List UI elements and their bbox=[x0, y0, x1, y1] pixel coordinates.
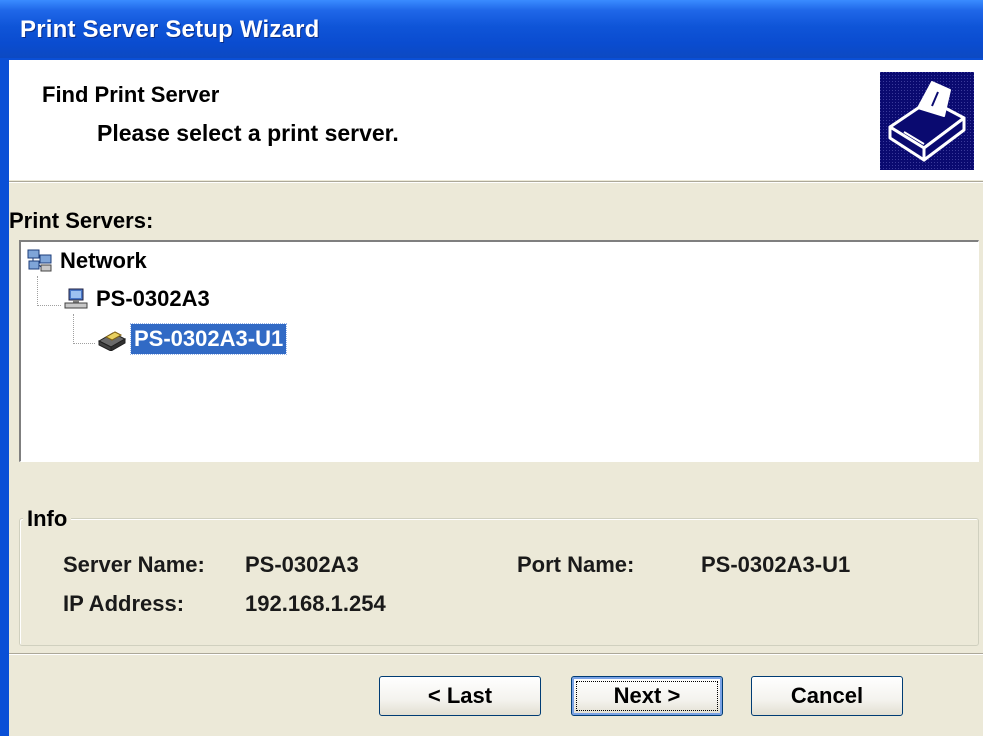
cancel-button-label: Cancel bbox=[790, 683, 864, 708]
header-subtitle: Please select a print server. bbox=[97, 120, 399, 146]
computer-icon bbox=[63, 287, 89, 316]
title-bar[interactable]: Print Server Setup Wizard bbox=[0, 0, 983, 58]
ip-address-value: 192.168.1.254 bbox=[245, 591, 386, 616]
tree-connector bbox=[73, 314, 74, 344]
window-title: Print Server Setup Wizard bbox=[20, 16, 320, 43]
printer-port-icon bbox=[97, 327, 127, 356]
last-button[interactable]: < Last bbox=[379, 676, 541, 716]
tree-label-server: PS-0302A3 bbox=[96, 286, 210, 311]
tree-label-port: PS-0302A3-U1 bbox=[129, 323, 288, 355]
footer-divider bbox=[9, 653, 983, 655]
tree-label-network: Network bbox=[60, 248, 147, 273]
printer-icon bbox=[880, 72, 974, 170]
network-icon bbox=[27, 249, 53, 278]
tree-connector bbox=[37, 305, 61, 306]
tree-connector bbox=[37, 276, 38, 306]
last-button-label: < Last bbox=[427, 683, 493, 708]
port-name-label: Port Name: bbox=[517, 552, 635, 577]
cancel-button[interactable]: Cancel bbox=[751, 676, 903, 716]
info-groupbox bbox=[19, 518, 979, 646]
header-divider bbox=[9, 181, 983, 183]
server-name-label: Server Name: bbox=[63, 552, 205, 577]
wizard-header: Find Print Server Please select a print … bbox=[9, 60, 983, 180]
header-title: Find Print Server bbox=[42, 82, 220, 107]
info-legend: Info bbox=[23, 506, 72, 532]
dialog-body: Find Print Server Please select a print … bbox=[9, 60, 983, 736]
tree-connector bbox=[73, 343, 95, 344]
print-server-tree[interactable]: Network PS-0302A3 PS-0302A3-U1 bbox=[19, 240, 979, 462]
ip-address-label: IP Address: bbox=[63, 591, 185, 616]
next-button[interactable]: Next > bbox=[571, 676, 723, 716]
next-button-label: Next > bbox=[613, 683, 681, 708]
server-name-value: PS-0302A3 bbox=[245, 552, 359, 577]
print-servers-label: Print Servers: bbox=[9, 208, 154, 233]
wizard-window: Print Server Setup Wizard Find Print Ser… bbox=[0, 0, 983, 736]
port-name-value: PS-0302A3-U1 bbox=[701, 552, 851, 577]
